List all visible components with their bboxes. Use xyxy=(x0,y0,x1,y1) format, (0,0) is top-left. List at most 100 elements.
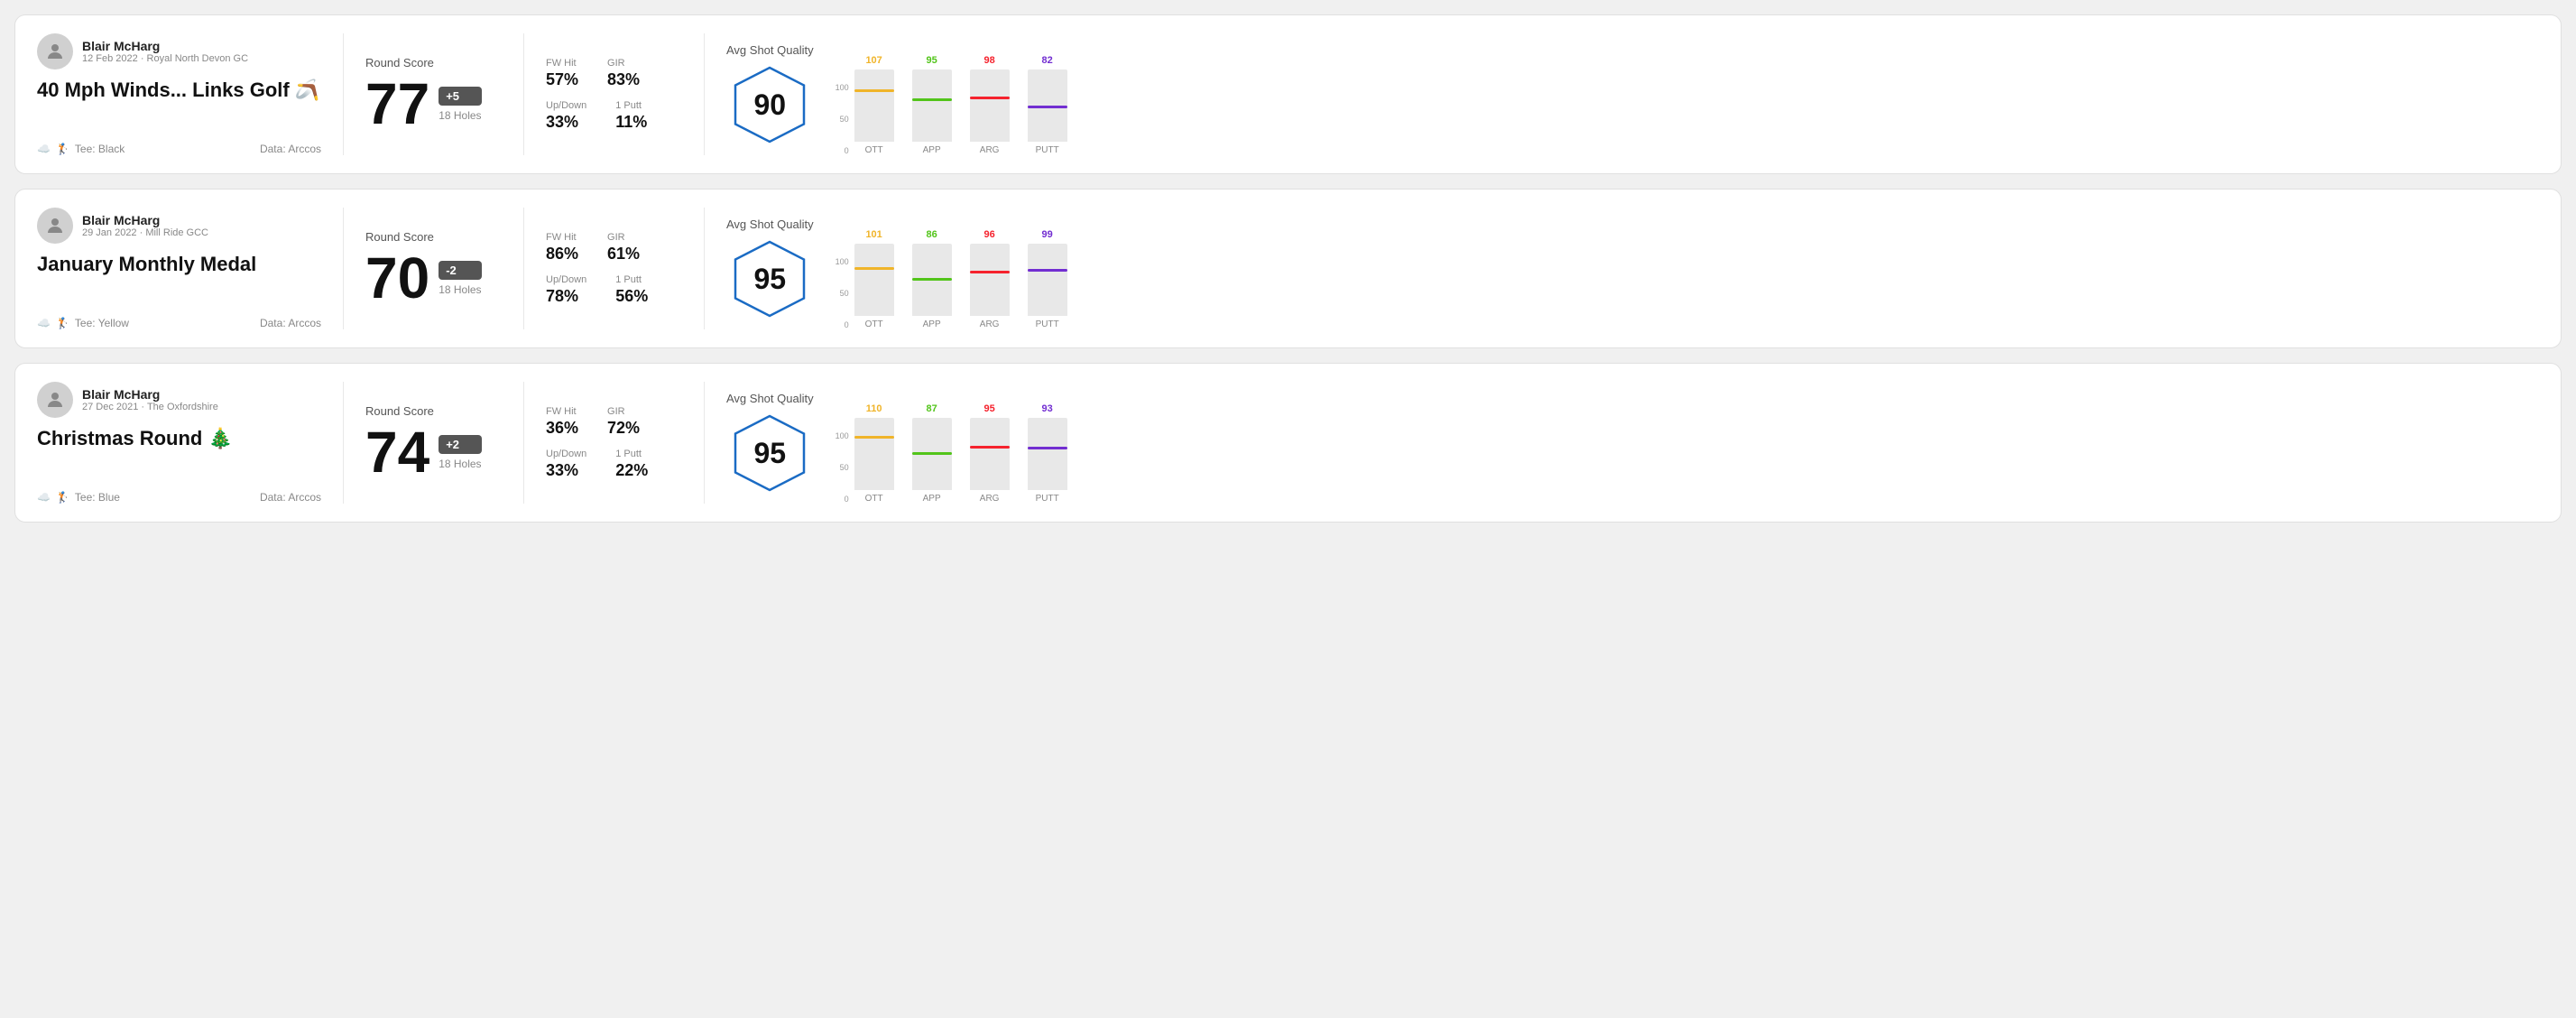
bar-value: 98 xyxy=(984,55,995,66)
tee-label: Tee: Yellow xyxy=(75,317,129,329)
updown-label: Up/Down xyxy=(546,274,586,285)
stats-section: FW Hit 86% GIR 61% Up/Down 78% 1 Putt xyxy=(524,208,705,329)
score-holes: 18 Holes xyxy=(439,458,481,470)
fw-hit-value: 36% xyxy=(546,419,578,438)
score-section: Round Score 74 +2 18 Holes xyxy=(344,382,524,504)
bar-fill xyxy=(1028,269,1067,316)
score-number: 74 xyxy=(365,423,429,481)
updown-value: 78% xyxy=(546,287,586,306)
data-source: Data: Arccos xyxy=(260,491,321,504)
avatar xyxy=(37,382,73,418)
chart-x-label: APP xyxy=(912,319,952,329)
y-axis: 100 50 0 xyxy=(836,257,849,329)
fw-hit-stat: FW Hit 36% xyxy=(546,406,578,438)
quality-score: 95 xyxy=(754,263,787,296)
bar-value: 107 xyxy=(865,55,882,66)
chart-area: 100 50 0 101 86 xyxy=(836,208,2517,329)
oneputt-label: 1 Putt xyxy=(615,449,648,459)
quality-label: Avg Shot Quality xyxy=(726,43,814,57)
score-main: 77 +5 18 Holes xyxy=(365,75,502,133)
fw-hit-label: FW Hit xyxy=(546,232,578,243)
oneputt-value: 22% xyxy=(615,461,648,480)
bar-wrapper xyxy=(1028,69,1067,142)
bar-value: 99 xyxy=(1042,229,1053,240)
bar-group: 95 xyxy=(970,403,1010,490)
gir-label: GIR xyxy=(607,58,640,69)
bar-line xyxy=(970,446,1010,449)
bar-fill xyxy=(970,271,1010,316)
gir-label: GIR xyxy=(607,232,640,243)
score-section: Round Score 77 +5 18 Holes xyxy=(344,33,524,155)
hexagon-container: 95 xyxy=(729,238,810,319)
stats-section: FW Hit 57% GIR 83% Up/Down 33% 1 Putt xyxy=(524,33,705,155)
bar-line xyxy=(854,89,894,92)
cloud-icon: ☁️ xyxy=(37,491,51,504)
quality-section: Avg Shot Quality 90 100 50 0 xyxy=(705,33,2539,155)
tee-label: Tee: Black xyxy=(75,143,125,155)
updown-stat: Up/Down 33% xyxy=(546,449,586,480)
chart-x-label: OTT xyxy=(854,494,894,504)
bar-value: 101 xyxy=(865,229,882,240)
score-section: Round Score 70 -2 18 Holes xyxy=(344,208,524,329)
oneputt-label: 1 Putt xyxy=(615,100,647,111)
player-info: Blair McHarg 27 Dec 2021 · The Oxfordshi… xyxy=(82,387,218,412)
cloud-icon: ☁️ xyxy=(37,317,51,329)
y-axis: 100 50 0 xyxy=(836,83,849,155)
bar-wrapper xyxy=(970,418,1010,490)
bar-fill xyxy=(854,436,894,490)
quality-left: Avg Shot Quality 90 xyxy=(726,43,814,145)
updown-value: 33% xyxy=(546,113,586,132)
score-badge-wrap: -2 18 Holes xyxy=(439,261,481,296)
round-footer: ☁️ 🏌️ Tee: Yellow Data: Arccos xyxy=(37,317,321,329)
chart-bars: 107 95 98 xyxy=(854,33,1067,142)
bar-value: 96 xyxy=(984,229,995,240)
bar-fill xyxy=(970,446,1010,490)
bar-line xyxy=(970,97,1010,99)
bar-wrapper xyxy=(854,244,894,316)
chart-area: 100 50 0 107 95 xyxy=(836,33,2517,155)
updown-value: 33% xyxy=(546,461,586,480)
score-badge-wrap: +5 18 Holes xyxy=(439,87,481,122)
bar-fill xyxy=(970,97,1010,142)
fw-hit-value: 86% xyxy=(546,245,578,264)
bar-group: 99 xyxy=(1028,229,1067,316)
y-axis: 100 50 0 xyxy=(836,431,849,504)
quality-score: 95 xyxy=(754,437,787,470)
bar-group: 110 xyxy=(854,403,894,490)
bar-wrapper xyxy=(970,244,1010,316)
stats-row-top: FW Hit 86% GIR 61% xyxy=(546,232,682,264)
bar-line xyxy=(1028,447,1067,449)
round-title: 40 Mph Winds... Links Golf 🪃 xyxy=(37,79,321,102)
score-main: 70 -2 18 Holes xyxy=(365,249,502,307)
hexagon-container: 90 xyxy=(729,64,810,145)
bar-line xyxy=(912,278,952,281)
oneputt-stat: 1 Putt 22% xyxy=(615,449,648,480)
tee-info: ☁️ 🏌️ Tee: Blue xyxy=(37,491,120,504)
bar-fill xyxy=(1028,106,1067,142)
round-card: Blair McHarg 27 Dec 2021 · The Oxfordshi… xyxy=(14,363,2562,523)
bar-value: 95 xyxy=(927,55,937,66)
left-section: Blair McHarg 12 Feb 2022 · Royal North D… xyxy=(37,33,344,155)
updown-stat: Up/Down 33% xyxy=(546,100,586,132)
chart-x-label: PUTT xyxy=(1028,319,1067,329)
stats-row-top: FW Hit 36% GIR 72% xyxy=(546,406,682,438)
chart-area: 100 50 0 110 87 xyxy=(836,382,2517,504)
bar-wrapper xyxy=(970,69,1010,142)
bar-wrapper xyxy=(854,418,894,490)
chart-x-label: APP xyxy=(912,494,952,504)
bar-line xyxy=(1028,269,1067,272)
quality-score: 90 xyxy=(754,88,787,122)
player-meta: 29 Jan 2022 · Mill Ride GCC xyxy=(82,227,208,238)
score-holes: 18 Holes xyxy=(439,283,481,296)
bar-group: 95 xyxy=(912,55,952,142)
gir-value: 61% xyxy=(607,245,640,264)
player-info: Blair McHarg 12 Feb 2022 · Royal North D… xyxy=(82,39,248,64)
player-header: Blair McHarg 12 Feb 2022 · Royal North D… xyxy=(37,33,321,69)
player-header: Blair McHarg 27 Dec 2021 · The Oxfordshi… xyxy=(37,382,321,418)
updown-label: Up/Down xyxy=(546,100,586,111)
stats-row-bottom: Up/Down 33% 1 Putt 22% xyxy=(546,449,682,480)
cloud-icon: ☁️ xyxy=(37,143,51,155)
round-title: January Monthly Medal xyxy=(37,253,321,276)
score-number: 77 xyxy=(365,75,429,133)
stats-section: FW Hit 36% GIR 72% Up/Down 33% 1 Putt xyxy=(524,382,705,504)
